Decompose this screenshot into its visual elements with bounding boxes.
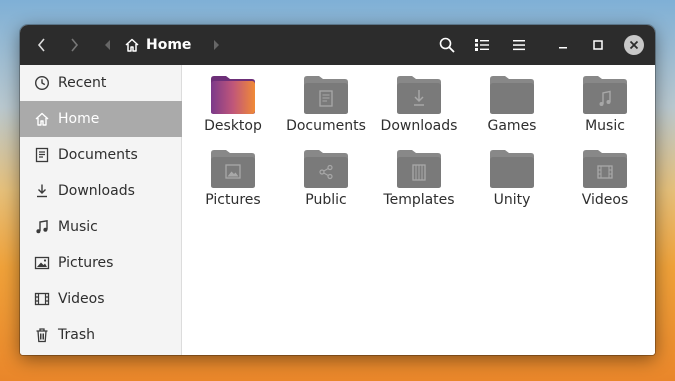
file-item-label: Games — [487, 118, 537, 134]
minimize-icon — [558, 40, 568, 50]
picture-icon — [34, 255, 50, 271]
sidebar-item-label: Music — [58, 219, 98, 235]
forward-button[interactable] — [64, 25, 86, 65]
file-manager-window: Home Recent Home Documents Downloads Mus… — [20, 25, 655, 355]
file-item-desktop[interactable]: Desktop — [187, 65, 279, 135]
file-item-label: Public — [305, 192, 347, 208]
sidebar-item-music[interactable]: Music — [20, 209, 182, 245]
file-item-videos[interactable]: Videos — [559, 139, 651, 209]
hamburger-menu-icon — [512, 39, 526, 51]
file-item-label: Desktop — [204, 118, 262, 134]
home-icon — [124, 37, 140, 53]
folder-icon — [489, 75, 535, 115]
videos-folder-icon — [582, 149, 628, 189]
file-item-pictures[interactable]: Pictures — [187, 139, 279, 209]
sidebar-item-trash[interactable]: Trash — [20, 317, 182, 353]
documents-folder-icon — [303, 75, 349, 115]
downloads-folder-icon — [396, 75, 442, 115]
sidebar-item-home[interactable]: Home — [20, 101, 182, 137]
path-bar-scroll-left[interactable] — [100, 25, 116, 65]
file-item-label: Unity — [493, 192, 531, 208]
close-button[interactable] — [623, 25, 645, 65]
sidebar: Recent Home Documents Downloads Music Pi… — [20, 65, 182, 355]
path-home-button[interactable]: Home — [124, 25, 204, 65]
file-item-public[interactable]: Public — [280, 139, 372, 209]
templates-folder-icon — [396, 149, 442, 189]
sidebar-item-label: Documents — [58, 147, 138, 163]
sidebar-item-label: Videos — [58, 291, 105, 307]
sidebar-item-label: Home — [58, 111, 100, 127]
file-item-music[interactable]: Music — [559, 65, 651, 135]
sidebar-item-documents[interactable]: Documents — [20, 137, 182, 173]
file-item-games[interactable]: Games — [466, 65, 558, 135]
list-view-icon — [474, 38, 490, 52]
home-icon — [34, 111, 50, 127]
search-icon — [439, 37, 455, 53]
trash-icon — [34, 327, 50, 343]
sidebar-item-label: Trash — [58, 327, 95, 343]
file-grid: Desktop Documents Downloads Games Music — [183, 65, 655, 355]
close-icon — [624, 35, 644, 55]
file-item-unity[interactable]: Unity — [466, 139, 558, 209]
file-item-templates[interactable]: Templates — [373, 139, 465, 209]
music-folder-icon — [582, 75, 628, 115]
desktop-folder-icon — [210, 75, 256, 115]
triangle-right-icon — [212, 40, 220, 50]
sidebar-item-videos[interactable]: Videos — [20, 281, 182, 317]
sidebar-item-label: Pictures — [58, 255, 114, 271]
path-label: Home — [146, 37, 192, 53]
file-item-label: Documents — [286, 118, 366, 134]
sidebar-item-label: Downloads — [58, 183, 135, 199]
sidebar-item-downloads[interactable]: Downloads — [20, 173, 182, 209]
file-item-label: Downloads — [380, 118, 458, 134]
minimize-button[interactable] — [551, 25, 575, 65]
file-item-label: Templates — [383, 192, 455, 208]
back-button[interactable] — [30, 25, 52, 65]
download-icon — [34, 183, 50, 199]
maximize-button[interactable] — [586, 25, 610, 65]
folder-icon — [489, 149, 535, 189]
file-item-label: Music — [585, 118, 625, 134]
sidebar-item-recent[interactable]: Recent — [20, 65, 182, 101]
file-item-label: Pictures — [205, 192, 261, 208]
view-toggle-button[interactable] — [469, 25, 495, 65]
public-folder-icon — [303, 149, 349, 189]
sidebar-item-label: Recent — [58, 75, 107, 91]
path-bar-scroll-right[interactable] — [208, 25, 224, 65]
search-button[interactable] — [434, 25, 460, 65]
clock-icon — [34, 75, 50, 91]
document-icon — [34, 147, 50, 163]
file-item-downloads[interactable]: Downloads — [373, 65, 465, 135]
file-item-documents[interactable]: Documents — [280, 65, 372, 135]
header-bar: Home — [20, 25, 655, 65]
maximize-icon — [593, 40, 603, 50]
chevron-left-icon — [36, 37, 46, 53]
triangle-left-icon — [104, 40, 112, 50]
music-note-icon — [34, 219, 50, 235]
file-item-label: Videos — [581, 192, 629, 208]
menu-button[interactable] — [506, 25, 532, 65]
chevron-right-icon — [70, 37, 80, 53]
sidebar-item-pictures[interactable]: Pictures — [20, 245, 182, 281]
pictures-folder-icon — [210, 149, 256, 189]
film-icon — [34, 291, 50, 307]
